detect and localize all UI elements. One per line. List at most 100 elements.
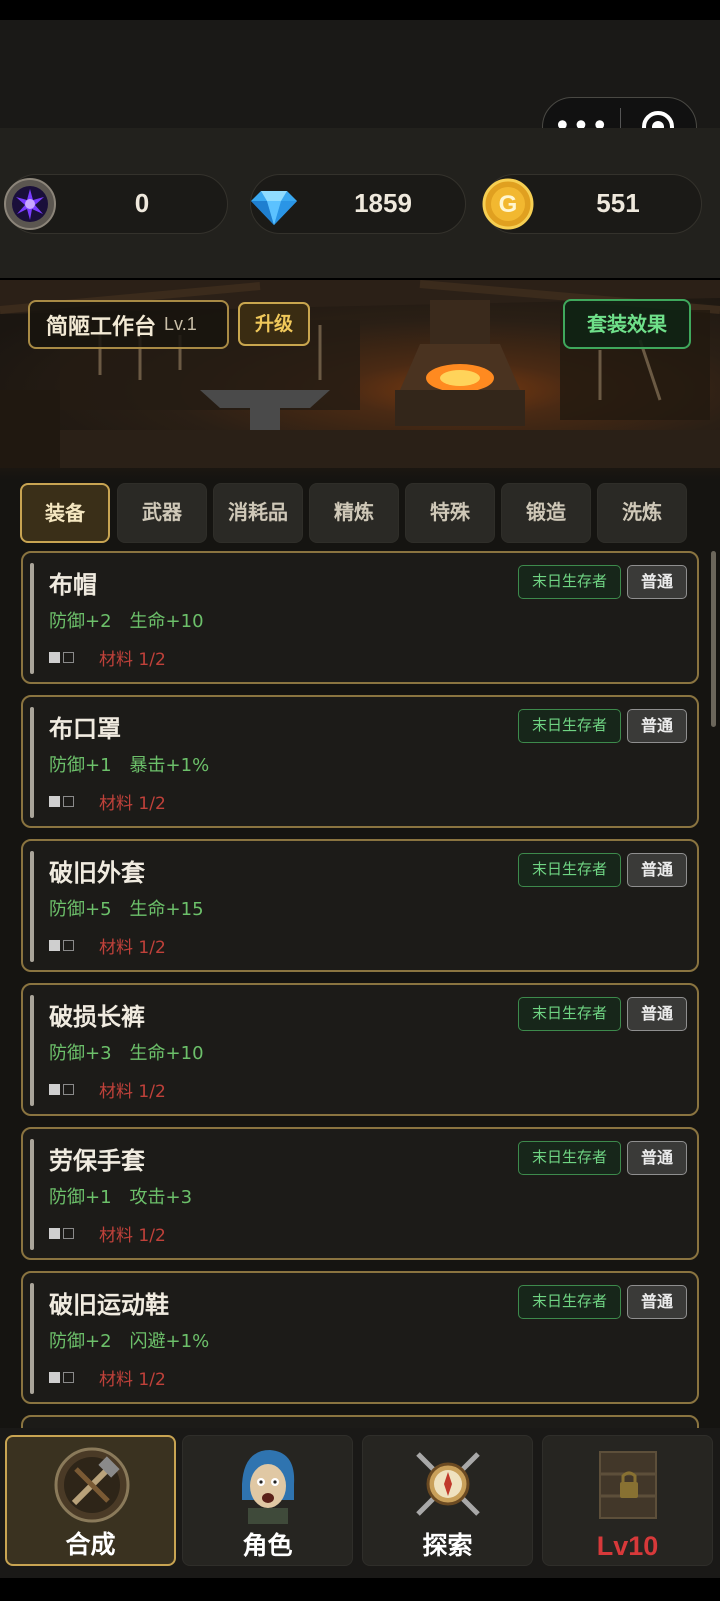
item-material: 材料 1/2 (49, 645, 166, 670)
item-material: 材料 1/2 (49, 789, 166, 814)
item-name: 破旧运动鞋 (49, 1291, 169, 1319)
orb-value: 0 (134, 188, 150, 218)
nav-label: 角色 (242, 1531, 293, 1560)
material-count: 材料 1/2 (99, 938, 166, 958)
list-item[interactable]: 破旧运动鞋 防御+2 闪避+1% 材料 1/2 末日生存者 普通 (21, 1271, 699, 1404)
set-effect-button[interactable]: 套装效果 (563, 299, 691, 349)
item-stat: 生命+10 (129, 611, 204, 632)
list-item[interactable]: 破旧外套 防御+5 生命+15 材料 1/2 末日生存者 普通 (21, 839, 699, 972)
locked-shelf-icon (599, 1451, 657, 1519)
home-indicator-area (0, 1578, 720, 1601)
item-stats: 防御+1 攻击+3 (49, 1183, 210, 1209)
item-material: 材料 1/2 (49, 933, 166, 958)
nav-explore[interactable]: 探索 (362, 1435, 533, 1566)
item-stats: 防御+1 暴击+1% (49, 751, 227, 777)
item-stat: 暴击+1% (129, 755, 210, 776)
item-stat: 生命+15 (129, 899, 204, 920)
item-stats: 防御+2 生命+10 (49, 607, 222, 633)
upgrade-button[interactable]: 升级 (238, 302, 310, 346)
material-empty-icon (63, 1372, 74, 1383)
item-material: 材料 1/2 (49, 1221, 166, 1246)
item-accent-bar (30, 1283, 34, 1394)
rarity-badge: 普通 (627, 997, 687, 1031)
tab-consumables[interactable]: 消耗品 (213, 483, 303, 543)
rarity-badge: 普通 (627, 1141, 687, 1175)
list-item[interactable]: 布帽 防御+2 生命+10 材料 1/2 末日生存者 普通 (21, 551, 699, 684)
category-tabs: 装备 武器 消耗品 精炼 特殊 锻造 洗炼 (20, 483, 690, 545)
material-empty-icon (63, 652, 74, 663)
material-empty-icon (63, 796, 74, 807)
item-stat: 攻击+3 (129, 1187, 193, 1208)
material-filled-icon (49, 796, 60, 807)
orb-counter: 0 (4, 174, 228, 234)
item-name: 布帽 (49, 571, 97, 599)
item-stat: 生命+10 (129, 1043, 204, 1064)
nav-locked-level[interactable]: Lv10 (542, 1435, 713, 1566)
list-item[interactable]: 布口罩 防御+1 暴击+1% 材料 1/2 末日生存者 普通 (21, 695, 699, 828)
list-scrollbar[interactable] (711, 551, 716, 727)
rarity-badge: 普通 (627, 853, 687, 887)
material-count: 材料 1/2 (99, 650, 166, 670)
item-stat: 防御+1 (49, 755, 112, 776)
item-stat: 闪避+1% (129, 1331, 210, 1352)
list-item[interactable]: 破损长裤 防御+3 生命+10 材料 1/2 末日生存者 普通 (21, 983, 699, 1116)
material-count: 材料 1/2 (99, 1370, 166, 1390)
item-material: 材料 1/2 (49, 1077, 166, 1102)
item-name: 破损长裤 (49, 1003, 145, 1031)
tab-forge[interactable]: 锻造 (501, 483, 591, 543)
banner-fade (0, 468, 720, 480)
set-tag: 末日生存者 (518, 565, 621, 599)
item-accent-bar (30, 707, 34, 818)
gem-value: 1859 (354, 188, 412, 218)
item-accent-bar (30, 563, 34, 674)
set-tag: 末日生存者 (518, 709, 621, 743)
nav-label: 合成 (65, 1530, 116, 1559)
item-name: 破旧外套 (49, 859, 145, 887)
item-stat: 防御+2 (49, 611, 112, 632)
nav-label: 探索 (422, 1531, 473, 1560)
material-empty-icon (63, 1228, 74, 1239)
nav-label: Lv10 (596, 1531, 659, 1561)
rarity-badge: 普通 (627, 1285, 687, 1319)
gold-counter: G 551 (482, 174, 702, 234)
list-item[interactable]: 劳保手套 防御+1 攻击+3 材料 1/2 末日生存者 普通 (21, 1127, 699, 1260)
diamond-icon (251, 191, 297, 225)
material-empty-icon (63, 940, 74, 951)
nav-crafting[interactable]: 合成 (5, 1435, 176, 1566)
tab-reroll[interactable]: 洗炼 (597, 483, 687, 543)
workbench-level: Lv.1 (164, 314, 197, 334)
tab-refine[interactable]: 精炼 (309, 483, 399, 543)
item-accent-bar (30, 995, 34, 1106)
item-stat: 防御+1 (49, 1187, 112, 1208)
tab-special[interactable]: 特殊 (405, 483, 495, 543)
item-stat: 防御+2 (49, 1331, 112, 1352)
tab-equipment[interactable]: 装备 (20, 483, 110, 543)
material-filled-icon (49, 1084, 60, 1095)
item-stats: 防御+3 生命+10 (49, 1039, 222, 1065)
item-name: 布口罩 (49, 715, 121, 743)
material-filled-icon (49, 1372, 60, 1383)
item-stat: 防御+5 (49, 899, 112, 920)
material-count: 材料 1/2 (99, 794, 166, 814)
item-stats: 防御+5 生命+15 (49, 895, 222, 921)
status-bar (0, 0, 720, 20)
tab-weapons[interactable]: 武器 (117, 483, 207, 543)
set-tag: 末日生存者 (518, 853, 621, 887)
nav-character[interactable]: 角色 (182, 1435, 353, 1566)
item-accent-bar (30, 851, 34, 962)
material-filled-icon (49, 652, 60, 663)
svg-text:G: G (499, 191, 518, 218)
rarity-badge: 普通 (627, 565, 687, 599)
set-tag: 末日生存者 (518, 1141, 621, 1175)
material-filled-icon (49, 1228, 60, 1239)
material-count: 材料 1/2 (99, 1082, 166, 1102)
workbench-title: 简陋工作台 Lv.1 (28, 300, 229, 349)
set-tag: 末日生存者 (518, 1285, 621, 1319)
character-avatar-icon (242, 1450, 295, 1524)
item-stat: 防御+3 (49, 1043, 112, 1064)
gem-counter: 1859 (250, 174, 466, 234)
item-material: 材料 1/2 (49, 1365, 166, 1390)
item-name: 劳保手套 (49, 1147, 145, 1175)
rarity-badge: 普通 (627, 709, 687, 743)
crafting-tools-icon (54, 1447, 130, 1523)
